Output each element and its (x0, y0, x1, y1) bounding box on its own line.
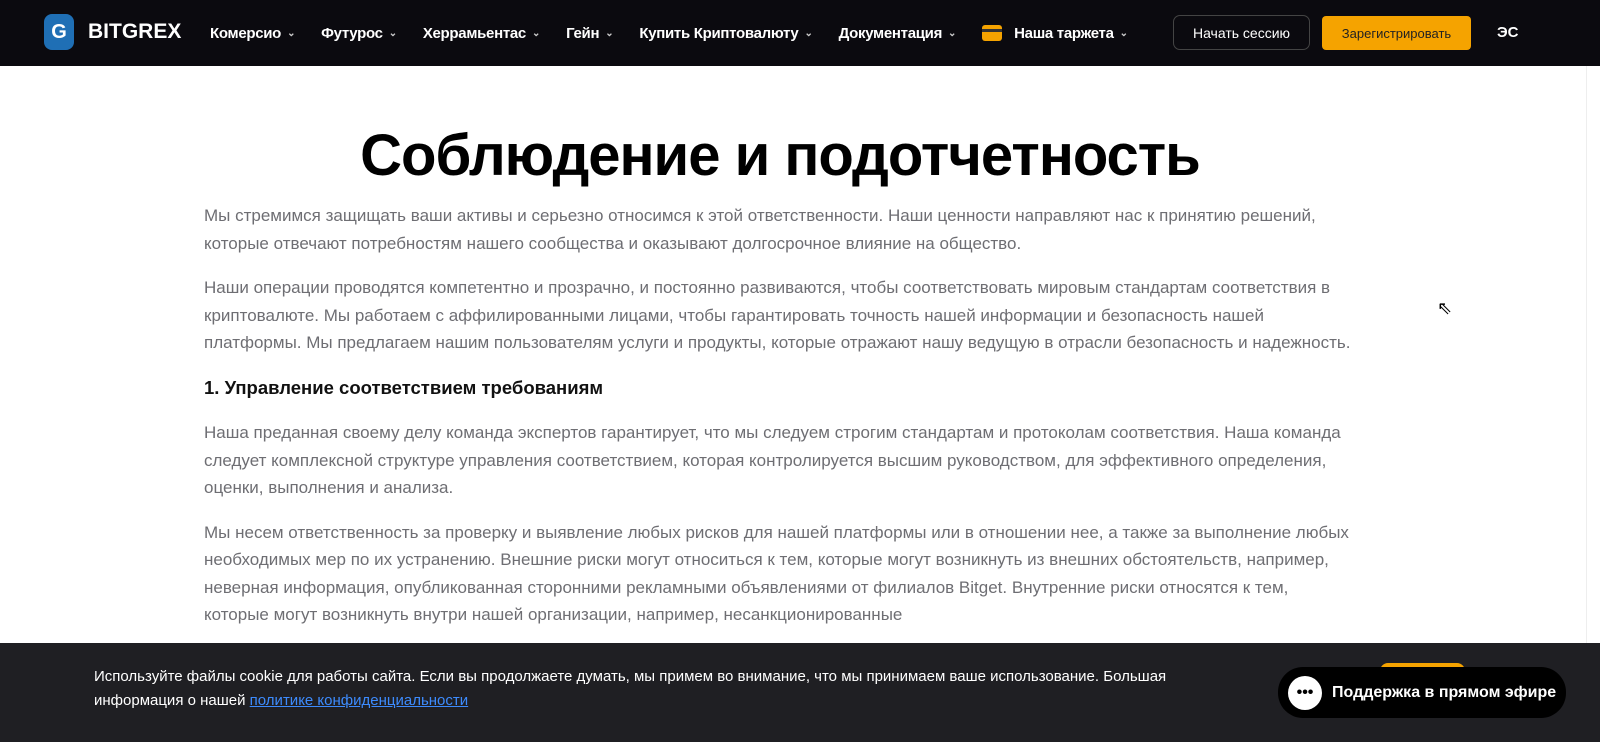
chevron-down-icon: ⌄ (1119, 27, 1128, 39)
page-title: Соблюдение и подотчетность (360, 123, 1201, 188)
card-icon (982, 25, 1003, 41)
mouse-cursor-icon: ⇖ (1437, 298, 1453, 318)
nav-label: Гейн (566, 24, 600, 42)
nav-label: Документация (838, 24, 943, 42)
main-menu: Комерсио ⌄ Футурос ⌄ Херрамьентас ⌄ Гейн ⌄ К… (210, 0, 1154, 66)
nav-label: Наша таржета (1014, 24, 1114, 42)
login-button[interactable]: Начать сессию (1173, 15, 1310, 50)
register-button[interactable]: Зарегистрировать (1322, 16, 1471, 50)
paragraph: Мы несем ответственность за проверку и в… (204, 522, 1349, 625)
top-navbar: G BITGREX Комерсио ⌄ Футурос ⌄ Херрамьента… (0, 0, 1600, 66)
nav-item-docs[interactable]: Документация ⌄ (839, 25, 957, 42)
nav-label: Футурос (321, 24, 383, 42)
paragraph: Мы стремимся защищать ваши активы и серь… (204, 206, 1316, 253)
privacy-policy-link[interactable]: политике конфиденциальности (250, 692, 468, 709)
cookie-text: Используйте файлы cookie для работы сайт… (94, 665, 1214, 712)
nav-label: Комерсио (210, 24, 282, 42)
chat-bubble-icon: ••• (1288, 675, 1322, 710)
nav-item-buy-crypto[interactable]: Купить Криптовалюту ⌄ (639, 24, 813, 42)
chevron-down-icon: ⌄ (531, 27, 541, 39)
paragraph: Наша преданная своему делу команда экспе… (204, 423, 1341, 497)
nav-item-earn[interactable]: Гейн ⌄ (566, 24, 614, 42)
chevron-down-icon: ⌄ (287, 27, 296, 39)
support-label: Поддержка в прямом эфире (1332, 683, 1557, 701)
section-heading: 1. Управление соответствием требованиям (204, 376, 604, 398)
nav-label: Купить Криптовалюту (639, 24, 799, 42)
nav-item-card[interactable]: Наша таржета ⌄ (982, 25, 1128, 42)
chevron-down-icon: ⌄ (605, 27, 614, 39)
brand-name: BITGREX (88, 20, 182, 43)
chevron-down-icon: ⌄ (388, 27, 397, 39)
bitcoin-logo-icon: G (44, 14, 74, 50)
chevron-down-icon: ⌄ (804, 27, 813, 39)
nav-item-commerce[interactable]: Комерсио ⌄ (210, 25, 295, 42)
live-support-button[interactable]: ••• Поддержка в прямом эфире (1278, 667, 1566, 718)
brand-logo[interactable]: G BITGREX (44, 14, 181, 50)
paragraph: Наши операции проводятся компетентно и п… (204, 278, 1351, 352)
chevron-down-icon: ⌄ (948, 27, 957, 39)
nav-item-futures[interactable]: Футурос ⌄ (321, 25, 397, 42)
scrollbar[interactable] (1586, 66, 1600, 643)
nav-item-tools[interactable]: Херрамьентас ⌄ (422, 24, 541, 42)
language-selector[interactable]: ЭС (1497, 24, 1519, 41)
article-content: Мы стремимся защищать ваши активы и серь… (204, 202, 1354, 646)
nav-label: Херрамьентас (422, 24, 526, 42)
